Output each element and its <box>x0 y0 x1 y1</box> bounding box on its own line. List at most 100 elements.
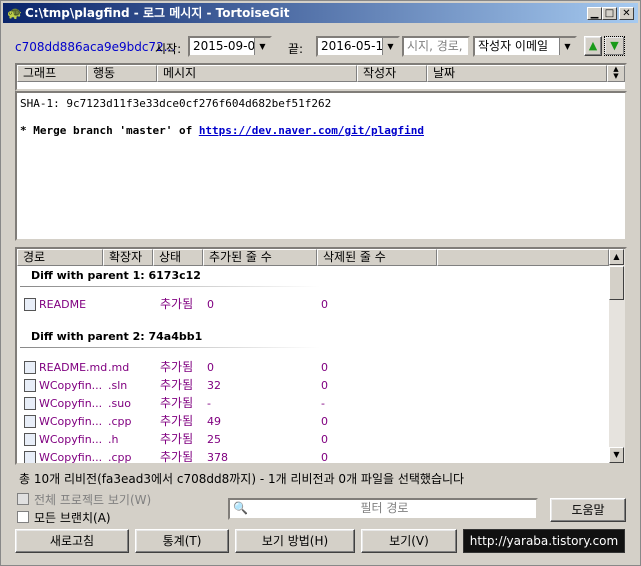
minimize-icon: ▁ <box>590 8 599 19</box>
scroll-arrows-icon: ▲ ▼ <box>613 65 619 80</box>
next-button[interactable]: ▼ <box>604 36 625 56</box>
file-extension: .md <box>108 361 130 374</box>
file-path: WCopyfin... <box>39 415 103 428</box>
file-row[interactable]: WCopyfin... .sln 추가됨 32 0 <box>17 377 609 394</box>
file-extension: .cpp <box>108 415 132 428</box>
tortoisegit-icon: 🐢 <box>7 6 22 20</box>
search-field-select[interactable]: 작성자 이메일 ▼ <box>473 36 577 57</box>
file-status: 추가됨 <box>160 360 194 374</box>
refresh-button[interactable]: 새로고침 <box>15 529 129 553</box>
text-file-icon <box>24 361 36 374</box>
file-row[interactable]: WCopyfin... .suo 추가됨 - - <box>17 395 609 412</box>
file-path: README <box>39 298 87 311</box>
from-date-picker[interactable]: 2015-09-08 ▼ <box>188 36 272 57</box>
column-filler <box>437 249 609 266</box>
chevron-down-icon[interactable]: ▼ <box>559 38 575 55</box>
previous-button[interactable]: ▲ <box>584 36 602 56</box>
file-path: WCopyfin... <box>39 397 103 410</box>
maximize-button[interactable]: □ <box>602 7 617 20</box>
group-title: Diff with parent 1: 6173c12 <box>31 269 201 282</box>
file-status: 추가됨 <box>160 450 194 463</box>
arrow-up-icon: ▲ <box>613 252 620 261</box>
title-bar[interactable]: 🐢 C:\tmp\plagfind - 로그 메시지 - TortoiseGit… <box>3 3 638 23</box>
scroll-up-button[interactable]: ▲ <box>609 249 624 265</box>
file-added: 25 <box>207 433 221 446</box>
chevron-down-icon[interactable]: ▼ <box>254 38 270 55</box>
file-status: 추가됨 <box>160 432 194 446</box>
minimize-button[interactable]: ▁ <box>587 7 602 20</box>
solution-file-icon <box>24 379 36 392</box>
all-branches-label[interactable]: 모든 브랜치(A) <box>34 509 111 526</box>
view-mode-button[interactable]: 보기 방법(H) <box>235 529 355 553</box>
whole-project-label[interactable]: 전체 프로젝트 보기(W) <box>34 491 151 508</box>
scroll-thumb[interactable] <box>609 266 624 300</box>
path-filter-input[interactable]: 🔍 필터 경로 <box>228 498 538 520</box>
file-path: WCopyfin... <box>39 433 103 446</box>
to-date-picker[interactable]: 2016-05-10 ▼ <box>316 36 400 57</box>
text-file-icon <box>24 298 36 311</box>
file-row[interactable]: WCopyfin... .cpp 추가됨 378 0 <box>17 449 609 463</box>
file-added: 0 <box>207 298 214 311</box>
column-date[interactable]: 날짜 <box>427 65 607 82</box>
file-added: - <box>207 397 211 410</box>
log-window: 🐢 C:\tmp\plagfind - 로그 메시지 - TortoiseGit… <box>0 0 641 566</box>
column-action[interactable]: 행동 <box>87 65 157 82</box>
column-scroll-button[interactable]: ▲ ▼ <box>607 65 625 82</box>
column-added-lines[interactable]: 추가된 줄 수 <box>203 249 317 266</box>
message-text: * Merge branch 'master' of <box>20 124 199 137</box>
group-divider <box>20 286 320 287</box>
message-panel[interactable]: SHA-1: 9c7123d11f3e33dce0cf276f604d682be… <box>15 91 627 241</box>
column-message[interactable]: 메시지 <box>157 65 357 82</box>
file-list[interactable]: 경로 확장자 상태 추가된 줄 수 삭제된 줄 수 Diff with pare… <box>15 247 627 465</box>
file-status: 추가됨 <box>160 396 194 410</box>
column-graph[interactable]: 그래프 <box>17 65 87 82</box>
arrow-down-icon: ▼ <box>613 450 620 459</box>
search-placeholder: 시지, 경로, <box>407 39 463 53</box>
sha-line: SHA-1: 9c7123d11f3e33dce0cf276f604d682be… <box>20 97 332 110</box>
file-extension: .suo <box>108 397 131 410</box>
to-date-value: 2016-05-10 <box>321 39 391 53</box>
chevron-down-icon[interactable]: ▼ <box>382 38 398 55</box>
column-author[interactable]: 작성자 <box>357 65 427 82</box>
column-extension[interactable]: 확장자 <box>103 249 153 266</box>
column-deleted-lines[interactable]: 삭제된 줄 수 <box>317 249 437 266</box>
close-icon: ✕ <box>622 8 631 19</box>
file-status: 추가됨 <box>160 414 194 428</box>
view-button[interactable]: 보기(V) <box>361 529 457 553</box>
scroll-down-button[interactable]: ▼ <box>609 447 624 463</box>
search-input[interactable]: 시지, 경로, <box>402 36 470 57</box>
file-deleted: 0 <box>321 298 328 311</box>
to-label: 끝: <box>288 42 304 56</box>
column-status[interactable]: 상태 <box>153 249 203 266</box>
search-icon: 🔍 <box>233 501 248 515</box>
file-deleted: 0 <box>321 379 328 392</box>
cpp-file-icon <box>24 451 36 463</box>
arrow-up-icon: ▲ <box>588 39 598 52</box>
column-path[interactable]: 경로 <box>17 249 103 266</box>
from-date-value: 2015-09-08 <box>193 39 263 53</box>
file-deleted: 0 <box>321 433 328 446</box>
file-extension: .sln <box>108 379 128 392</box>
all-branches-checkbox[interactable] <box>17 511 29 523</box>
file-row[interactable]: WCopyfin... .h 추가됨 25 0 <box>17 431 609 448</box>
file-list-scrollbar[interactable]: ▲ ▼ <box>609 249 625 463</box>
file-added: 49 <box>207 415 221 428</box>
statistics-button[interactable]: 통계(T) <box>135 529 229 553</box>
file-path: README.md <box>39 361 108 374</box>
file-added: 378 <box>207 451 228 463</box>
help-button[interactable]: 도움말 <box>550 498 626 522</box>
file-path: WCopyfin... <box>39 451 103 463</box>
file-deleted: - <box>321 397 325 410</box>
file-added: 32 <box>207 379 221 392</box>
file-row[interactable]: WCopyfin... .cpp 추가됨 49 0 <box>17 413 609 430</box>
message-link[interactable]: https://dev.naver.com/git/plagfind <box>199 124 424 137</box>
revision-link[interactable]: c708dd886aca9e9bdc72... <box>15 40 175 54</box>
whole-project-checkbox[interactable] <box>17 493 29 505</box>
file-row[interactable]: README 추가됨 0 0 <box>17 296 609 313</box>
close-button[interactable]: ✕ <box>619 7 634 20</box>
file-row[interactable]: README.md .md 추가됨 0 0 <box>17 359 609 376</box>
group-title: Diff with parent 2: 74a4bb1 <box>31 330 203 343</box>
watermark: http://yaraba.tistory.com <box>463 529 625 553</box>
header-file-icon <box>24 433 36 446</box>
arrow-down-icon: ▼ <box>610 39 619 52</box>
